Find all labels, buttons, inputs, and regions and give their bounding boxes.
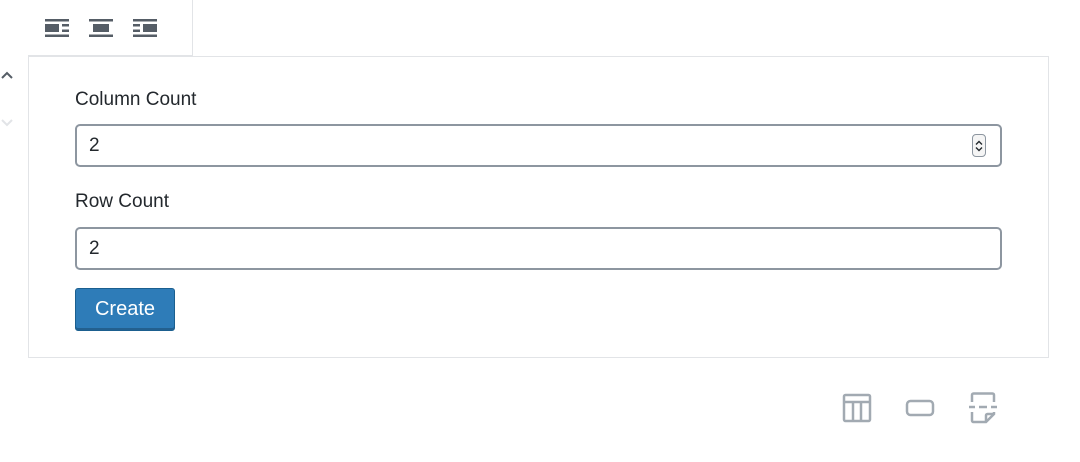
row-count-label: Row Count: [75, 191, 169, 212]
align-center-icon: [89, 18, 113, 37]
column-count-value: 2: [89, 135, 100, 156]
align-right-icon: [133, 18, 157, 37]
create-button[interactable]: Create: [75, 288, 175, 331]
stepper-up-icon: [975, 140, 983, 145]
block-toolbar: [28, 0, 193, 56]
page-break-icon: [969, 392, 997, 424]
table-block-placeholder: Column Count 2 Row Count 2 Create: [28, 56, 1049, 358]
button-icon: [905, 399, 935, 417]
row-count-input[interactable]: 2: [75, 227, 1002, 270]
insert-page-break-button[interactable]: [964, 390, 1002, 426]
stepper-down-icon: [975, 146, 983, 151]
align-left-button[interactable]: [34, 5, 80, 51]
insert-table-button[interactable]: [838, 390, 876, 426]
chevron-down-icon: [1, 119, 13, 127]
column-count-input[interactable]: 2: [75, 124, 1002, 167]
align-center-button[interactable]: [78, 5, 124, 51]
inserter-shortcuts: [838, 390, 1002, 426]
chevron-up-icon: [1, 71, 13, 79]
move-down-button[interactable]: [0, 116, 14, 130]
align-left-icon: [45, 18, 69, 37]
editor-canvas: Column Count 2 Row Count 2 Create: [0, 0, 1080, 462]
column-count-label: Column Count: [75, 89, 197, 110]
row-count-value: 2: [89, 238, 100, 259]
column-count-stepper[interactable]: [972, 134, 986, 157]
insert-button-button[interactable]: [901, 390, 939, 426]
move-up-button[interactable]: [0, 68, 14, 82]
table-icon: [842, 393, 872, 423]
align-right-button[interactable]: [122, 5, 168, 51]
